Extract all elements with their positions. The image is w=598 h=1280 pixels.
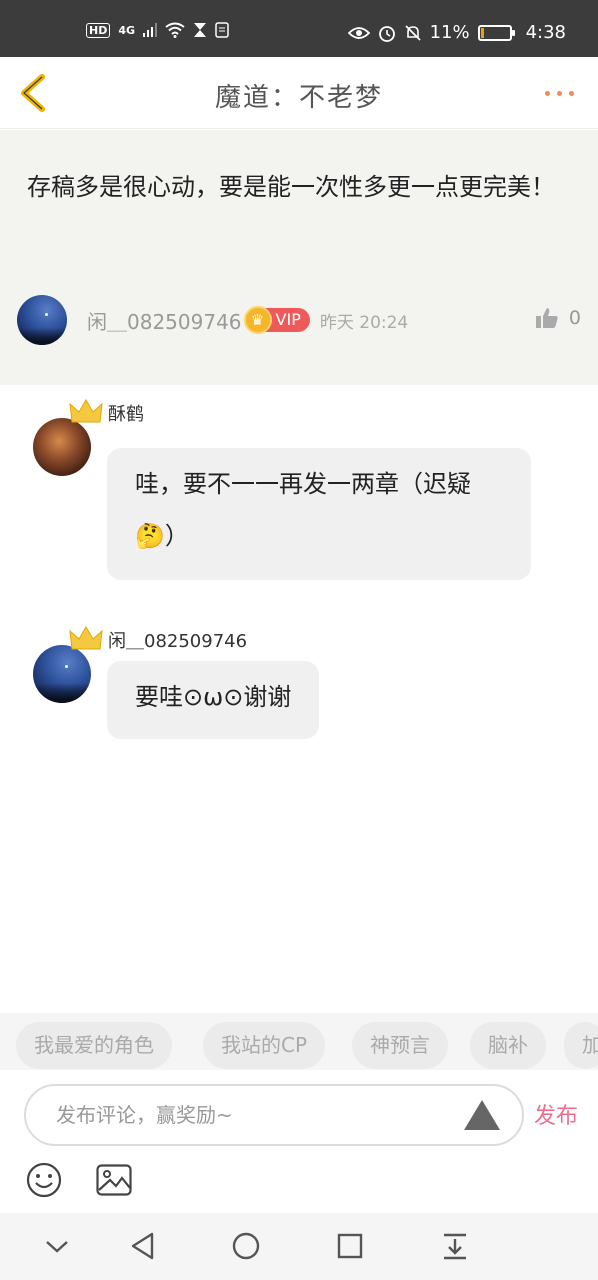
crown-icon: ♛ xyxy=(243,306,272,334)
chevron-down-icon[interactable] xyxy=(42,1231,72,1261)
alarm-icon xyxy=(378,25,395,42)
reply-author-name[interactable]: 闲＿082509746 xyxy=(108,627,247,653)
comment-input-bar: 发布评论，赢奖励~ 发布 xyxy=(0,1070,598,1213)
page-title: 魔道：不老梦 xyxy=(214,83,383,113)
mute-bell-icon xyxy=(404,24,421,41)
main-comment: 存稿多是很心动，要是能一次性多更一点更完美！ 闲＿082509746 ♛ VIP… xyxy=(0,130,598,385)
hd-indicator: HD xyxy=(86,22,111,38)
main-comment-text: 存稿多是很心动，要是能一次性多更一点更完美！ xyxy=(27,173,555,201)
tag-chip[interactable]: 神预言 xyxy=(352,1022,448,1069)
send-button[interactable]: 发布 xyxy=(534,1098,578,1130)
more-dot-icon xyxy=(545,91,550,96)
tag-chip[interactable]: 我站的CP xyxy=(203,1022,326,1069)
reply-bubble: 哇，要不一一再发一两章（迟疑🤔） xyxy=(107,448,531,580)
reply-author-name[interactable]: 酥鹤 xyxy=(108,400,144,426)
recents-square-icon[interactable] xyxy=(335,1231,365,1261)
tag-bar: 我最爱的角色 我站的CP 神预言 脑补 加 xyxy=(0,1013,598,1070)
tag-chip[interactable]: 加 xyxy=(564,1022,598,1069)
vip-badge: ♛ VIP xyxy=(243,306,310,334)
crown-icon xyxy=(69,626,103,650)
comment-input-placeholder: 发布评论，赢奖励~ xyxy=(56,1103,233,1127)
author-name[interactable]: 闲＿082509746 xyxy=(87,306,242,335)
thumbs-up-icon xyxy=(535,308,558,328)
tag-chip[interactable]: 我最爱的角色 xyxy=(16,1022,172,1069)
crown-icon xyxy=(69,399,103,423)
status-bar: HD 4G 11% 4:38 xyxy=(0,0,598,57)
eye-icon xyxy=(347,26,370,39)
comment-time: 昨天 20:24 xyxy=(319,312,409,333)
more-dot-icon xyxy=(569,91,574,96)
more-options-button[interactable] xyxy=(545,91,574,96)
notification-pull-icon[interactable] xyxy=(440,1231,470,1261)
emoji-icon[interactable] xyxy=(26,1162,62,1198)
tag-chip[interactable]: 脑补 xyxy=(470,1022,546,1069)
system-nav-bar xyxy=(0,1213,598,1280)
triangle-up-icon[interactable] xyxy=(464,1100,500,1130)
document-icon xyxy=(215,22,229,38)
reply-bubble: 要哇⊙ω⊙谢谢 xyxy=(107,661,320,739)
battery-icon xyxy=(477,24,515,41)
network-type: 4G xyxy=(118,23,136,37)
home-circle-icon[interactable] xyxy=(231,1231,261,1261)
comment-meta: 闲＿082509746 ♛ VIP 昨天 20:24 0 xyxy=(17,295,587,345)
clock: 4:38 xyxy=(525,22,566,43)
back-triangle-icon[interactable] xyxy=(128,1231,158,1261)
hourglass-icon xyxy=(194,23,207,37)
battery-percent: 11% xyxy=(429,22,470,43)
signal-icon xyxy=(143,23,158,37)
image-icon[interactable] xyxy=(96,1164,132,1196)
comment-input[interactable]: 发布评论，赢奖励~ xyxy=(24,1084,524,1146)
like-count: 0 xyxy=(568,307,581,329)
avatar[interactable] xyxy=(17,295,67,345)
wifi-icon xyxy=(165,22,185,38)
nav-bar: 魔道：不老梦 xyxy=(0,57,598,129)
more-dot-icon xyxy=(557,91,562,96)
like-button[interactable]: 0 xyxy=(535,307,581,329)
